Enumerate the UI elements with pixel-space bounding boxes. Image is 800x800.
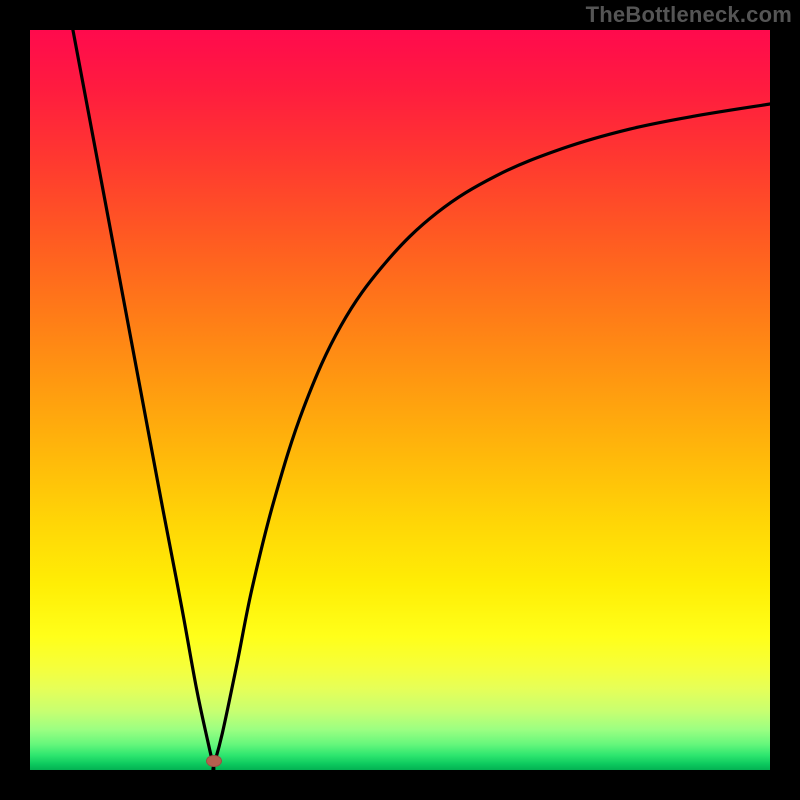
- curve-path: [73, 30, 770, 770]
- bottleneck-curve: [30, 30, 770, 770]
- plot-area: [30, 30, 770, 770]
- optimum-marker: [206, 755, 222, 767]
- chart-frame: TheBottleneck.com: [0, 0, 800, 800]
- watermark-text: TheBottleneck.com: [586, 2, 792, 28]
